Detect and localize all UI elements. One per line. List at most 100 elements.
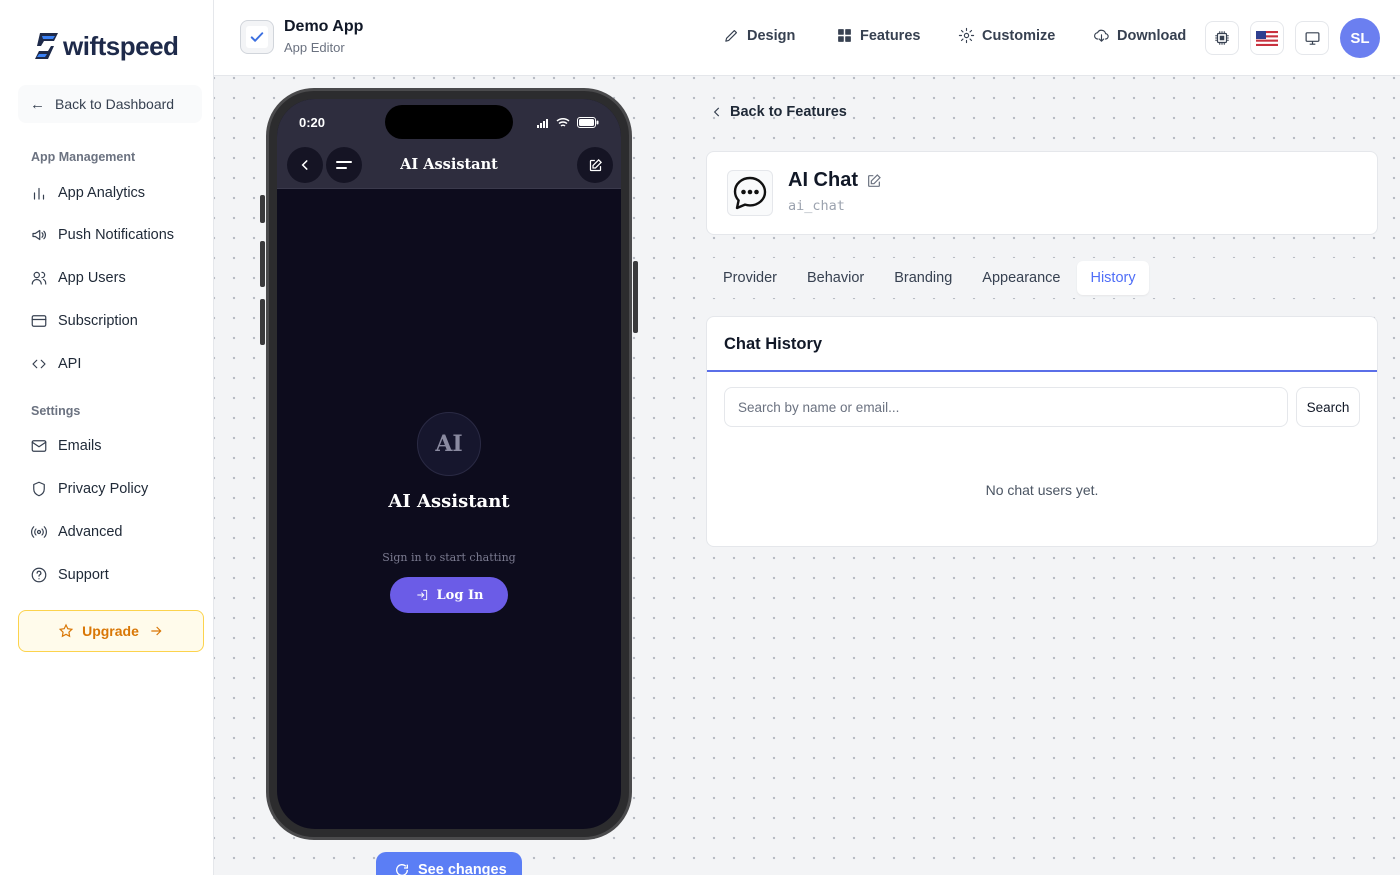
chat-bubble-icon	[727, 170, 773, 216]
feature-name-text: AI Chat	[788, 169, 858, 191]
chip-icon	[1215, 31, 1229, 45]
app-subtitle: App Editor	[284, 40, 345, 55]
search-button[interactable]: Search	[1296, 387, 1360, 427]
nav-customize-label: Customize	[982, 27, 1056, 44]
phone-app-title: AI Assistant	[400, 156, 498, 173]
logo-mark-icon	[35, 33, 58, 59]
sidebar-item-privacy-policy[interactable]: Privacy Policy	[30, 478, 148, 500]
nav-features-label: Features	[860, 27, 921, 44]
sidebar-item-label: Subscription	[58, 313, 138, 329]
sidebar-item-subscription[interactable]: Subscription	[30, 310, 138, 332]
status-time: 0:20	[299, 115, 326, 130]
ai-avatar: AI	[417, 412, 481, 476]
sidebar-item-label: Emails	[58, 438, 102, 454]
user-avatar[interactable]: SL	[1340, 18, 1380, 58]
sidebar-item-app-analytics[interactable]: App Analytics	[30, 182, 145, 204]
phone-side-button	[633, 261, 638, 333]
phone-new-chat-button[interactable]	[577, 147, 613, 183]
back-to-features-link[interactable]: Back to Features	[710, 104, 847, 120]
back-to-dashboard-label: Back to Dashboard	[55, 96, 175, 112]
sidebar-item-label: App Analytics	[58, 185, 146, 201]
nav-design[interactable]: Design	[723, 27, 795, 44]
divider	[707, 370, 1377, 372]
broadcast-icon	[31, 526, 47, 538]
star-icon	[58, 623, 74, 638]
sidebar-item-label: Advanced	[58, 524, 123, 540]
sidebar-item-label: API	[58, 356, 82, 372]
back-to-features-label: Back to Features	[730, 104, 847, 120]
arrow-right-icon	[151, 626, 162, 636]
section-title-app-management: App Management	[31, 150, 136, 164]
nav-download[interactable]: Download	[1093, 27, 1186, 44]
phone-side-button	[260, 241, 265, 287]
battery-icon	[577, 117, 599, 128]
sidebar: wiftspeed ← Back to Dashboard App Manage…	[0, 0, 214, 875]
phone-side-button	[260, 195, 265, 223]
sidebar-item-label: Privacy Policy	[58, 481, 149, 497]
sidebar-item-api[interactable]: API	[30, 353, 81, 375]
nav-features[interactable]: Features	[836, 27, 920, 44]
grid-icon	[838, 29, 851, 42]
chat-history-title: Chat History	[724, 335, 823, 353]
pen-icon	[725, 29, 738, 42]
app-icon	[240, 20, 274, 54]
login-icon	[416, 589, 427, 601]
top-header: Demo App App Editor Design Features Cust…	[214, 0, 1400, 76]
tab-appearance[interactable]: Appearance	[969, 261, 1073, 295]
tab-behavior[interactable]: Behavior	[794, 261, 877, 295]
signal-icon	[537, 118, 548, 128]
editor-canvas: 0:20 AI Assistant AI AI Assistant Sign i…	[214, 76, 1400, 875]
checkmark-icon	[246, 26, 268, 48]
users-icon	[31, 271, 47, 285]
sidebar-item-app-users[interactable]: App Users	[30, 267, 126, 289]
tab-branding[interactable]: Branding	[881, 261, 965, 295]
ai-signin-prompt: Sign in to start chatting	[382, 551, 516, 564]
app-name: Demo App	[284, 18, 364, 35]
mail-icon	[31, 440, 47, 452]
feature-id: ai_chat	[788, 198, 845, 214]
phone-status-bar: 0:20	[277, 99, 621, 143]
upgrade-label: Upgrade	[82, 623, 139, 639]
brand-logo[interactable]: wiftspeed	[32, 28, 179, 64]
help-circle-icon	[31, 567, 47, 583]
phone-side-button	[260, 299, 265, 345]
tab-history[interactable]: History	[1077, 261, 1149, 295]
upgrade-button[interactable]: Upgrade	[18, 610, 204, 652]
see-changes-button[interactable]: See changes	[376, 852, 522, 875]
edit-square-icon	[589, 158, 602, 171]
ai-chip-button[interactable]	[1205, 21, 1239, 55]
dynamic-island	[385, 105, 513, 139]
credit-card-icon	[31, 315, 47, 327]
status-icons	[537, 117, 599, 128]
feature-tabs: Provider Behavior Branding Appearance Hi…	[706, 258, 1378, 298]
back-to-dashboard-button[interactable]: ← Back to Dashboard	[18, 85, 202, 123]
chat-history-card: Chat History Search No chat users yet.	[706, 316, 1378, 547]
phone-screen: 0:20 AI Assistant AI AI Assistant Sign i…	[277, 99, 621, 829]
wifi-icon	[556, 117, 570, 127]
megaphone-icon	[32, 229, 46, 241]
section-title-settings: Settings	[31, 404, 81, 418]
refresh-icon	[396, 864, 408, 875]
edit-icon[interactable]	[866, 173, 882, 189]
nav-design-label: Design	[747, 27, 796, 44]
sidebar-item-push-notifications[interactable]: Push Notifications	[30, 224, 174, 246]
preview-device-button[interactable]	[1295, 21, 1329, 55]
cloud-download-icon	[1094, 29, 1109, 42]
nav-customize[interactable]: Customize	[958, 27, 1055, 44]
bar-chart-icon	[33, 187, 45, 200]
search-input[interactable]	[724, 387, 1288, 427]
ai-heading: AI Assistant	[388, 491, 510, 512]
sidebar-item-emails[interactable]: Emails	[30, 435, 102, 457]
feature-header-card: AI Chat ai_chat	[706, 151, 1378, 235]
chevron-left-icon	[713, 107, 720, 117]
us-flag-icon	[1256, 30, 1278, 46]
sidebar-item-support[interactable]: Support	[30, 564, 109, 586]
see-changes-label: See changes	[418, 862, 507, 875]
language-button[interactable]	[1250, 21, 1284, 55]
tab-provider[interactable]: Provider	[710, 261, 790, 295]
phone-login-button[interactable]: Log In	[390, 577, 508, 613]
empty-state-text: No chat users yet.	[985, 482, 1099, 498]
nav-download-label: Download	[1117, 27, 1187, 44]
arrow-left-icon: ←	[30, 95, 45, 113]
sidebar-item-advanced[interactable]: Advanced	[30, 521, 123, 543]
